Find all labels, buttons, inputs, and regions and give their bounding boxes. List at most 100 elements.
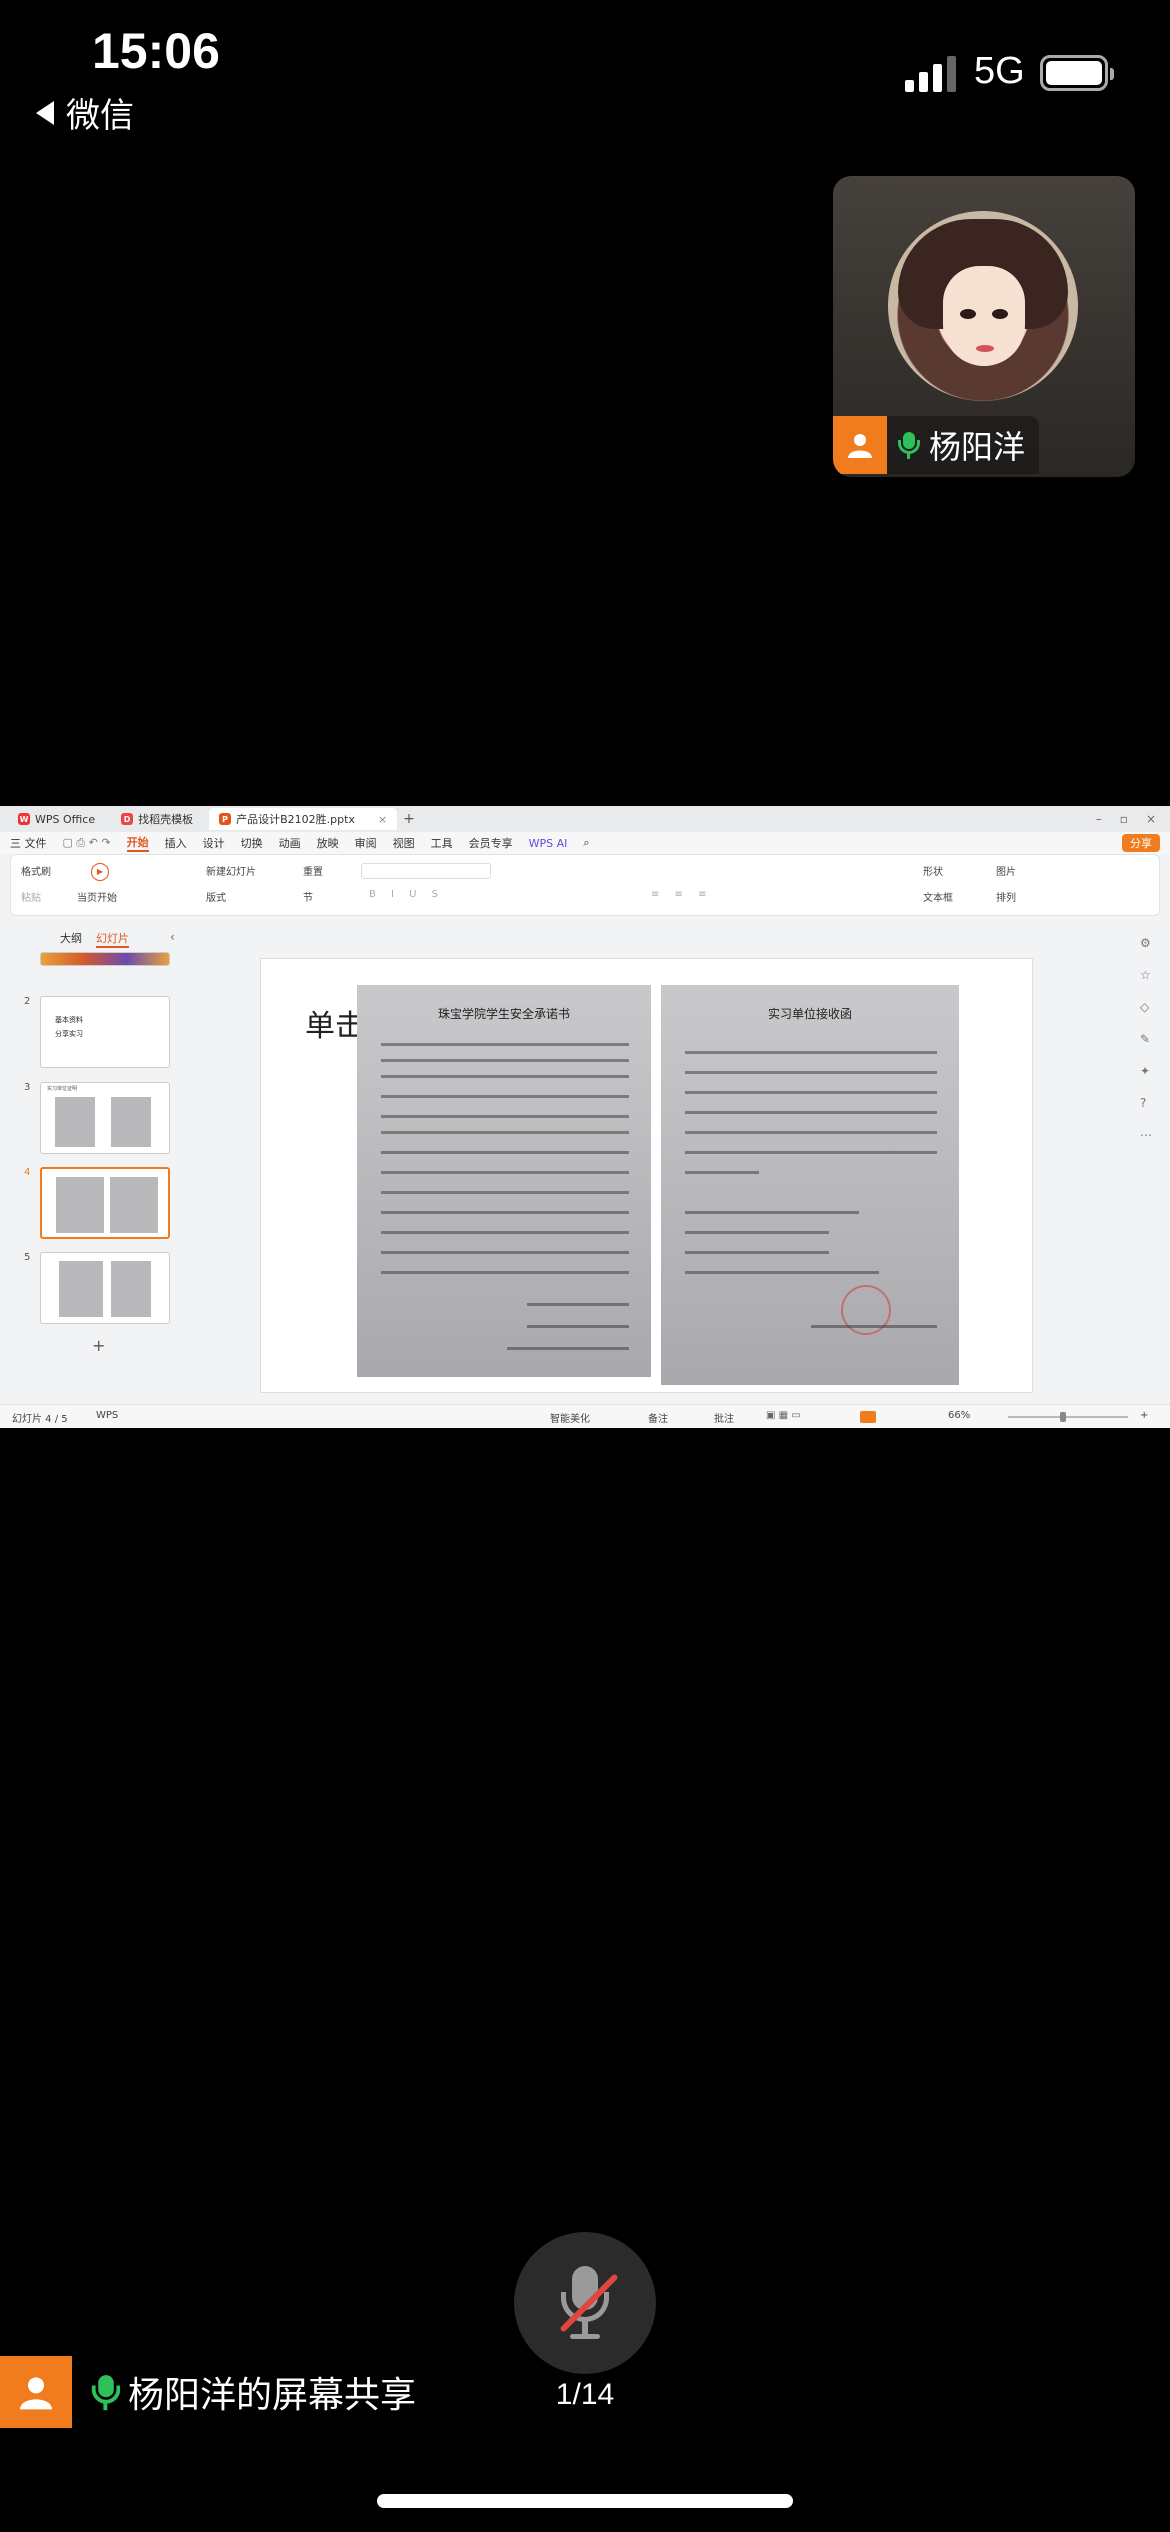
properties-icon[interactable]: ⚙ bbox=[1140, 936, 1160, 950]
menu-home[interactable]: 开始 bbox=[126, 834, 149, 852]
slide-number: 5 bbox=[24, 1252, 31, 1263]
more-icon[interactable]: ⋯ bbox=[1140, 1128, 1160, 1142]
thumb-text: 分享实习 bbox=[55, 1030, 83, 1038]
zoom-slider[interactable] bbox=[1008, 1416, 1128, 1418]
internship-acceptance-photo[interactable]: 实习单位接收函 bbox=[661, 985, 959, 1385]
section-button[interactable]: 节 bbox=[303, 889, 313, 904]
paragraph-align-buttons[interactable]: ≡ ≡ ≡ bbox=[651, 889, 713, 900]
template-icon: D bbox=[121, 813, 134, 825]
tab-label: 产品设计B2102胜.pptx bbox=[236, 813, 355, 826]
smart-beautify-button[interactable]: 智能美化 bbox=[550, 1410, 590, 1425]
new-slide-button[interactable]: 新建幻灯片 bbox=[206, 863, 256, 878]
close-window-icon[interactable]: × bbox=[1146, 812, 1156, 826]
back-arrow-icon bbox=[36, 100, 54, 125]
slide-thumbnail-5[interactable] bbox=[40, 1252, 170, 1324]
zoom-in-icon[interactable]: + bbox=[1140, 1410, 1148, 1421]
app-tab-bar: W WPS Office D 找稻壳模板 P 产品设计B2102胜.pptx ×… bbox=[0, 806, 1170, 832]
menu-wps-ai[interactable]: WPS AI bbox=[529, 837, 568, 850]
search-icon[interactable]: ⌕ bbox=[583, 836, 589, 850]
doc-title: 珠宝学院学生安全承诺书 bbox=[437, 1007, 570, 1021]
mic-on-icon bbox=[91, 2375, 121, 2411]
tab-pptx-document[interactable]: P 产品设计B2102胜.pptx × bbox=[209, 808, 398, 830]
menu-transition[interactable]: 切换 bbox=[241, 835, 263, 851]
arrange-button[interactable]: 排列 bbox=[996, 889, 1016, 904]
paste-button[interactable]: 粘贴 bbox=[21, 889, 41, 904]
shape-button[interactable]: 形状 bbox=[923, 863, 943, 878]
menu-animation[interactable]: 动画 bbox=[279, 835, 301, 851]
ribbon-toolbar: 格式刷 粘贴 ▶ 当页开始 新建幻灯片 版式 重置 节 B I U S ≡ ≡ … bbox=[10, 854, 1160, 916]
screen-share-label: 杨阳洋的屏幕共享 bbox=[0, 2356, 416, 2428]
magic-icon[interactable]: ✦ bbox=[1140, 1064, 1160, 1078]
share-owner-label: 杨阳洋的屏幕共享 bbox=[128, 2375, 417, 2416]
slide-thumbnail-1[interactable] bbox=[40, 952, 170, 966]
tab-templates[interactable]: D 找稻壳模板 bbox=[111, 808, 203, 830]
slide-thumbnail-4-selected[interactable] bbox=[40, 1167, 170, 1239]
right-side-toolbar: ⚙ ☆ ◇ ✎ ✦ ? ⋯ bbox=[1140, 936, 1160, 1142]
tools-icon[interactable]: ✎ bbox=[1140, 1032, 1160, 1046]
menu-design[interactable]: 设计 bbox=[203, 835, 225, 851]
favorite-icon[interactable]: ☆ bbox=[1140, 968, 1160, 982]
mic-on-icon bbox=[898, 432, 920, 459]
home-indicator[interactable] bbox=[377, 2494, 793, 2508]
play-current-button[interactable]: 当页开始 bbox=[77, 889, 117, 904]
thumb-text: 实习单位证明 bbox=[47, 1086, 78, 1092]
safety-commitment-photo[interactable]: 珠宝学院学生安全承诺书 bbox=[357, 985, 651, 1377]
tab-label: 找稻壳模板 bbox=[138, 813, 194, 826]
slide-canvas[interactable]: 单击 珠宝学院学生安全承诺书 实习单位接收函 bbox=[260, 958, 1033, 1393]
view-mode-buttons[interactable]: ▣ ▦ ▭ bbox=[766, 1410, 801, 1421]
slides-tab[interactable]: 幻灯片 bbox=[96, 930, 129, 948]
add-slide-button[interactable]: + bbox=[92, 1336, 105, 1355]
thumb-text: 基本资料 bbox=[55, 1016, 83, 1024]
help-icon[interactable]: ? bbox=[1140, 1096, 1160, 1110]
zoom-slider-handle[interactable] bbox=[1060, 1412, 1066, 1422]
wps-logo-icon: W bbox=[18, 813, 30, 825]
format-painter-button[interactable]: 格式刷 bbox=[21, 863, 51, 878]
slide-thumbnail-2[interactable]: 基本资料 分享实习 bbox=[40, 996, 170, 1068]
comment-button[interactable]: 批注 bbox=[714, 1410, 734, 1425]
notes-button[interactable]: 备注 bbox=[648, 1410, 668, 1425]
participant-name: 杨阳洋 bbox=[929, 428, 1026, 466]
menu-member[interactable]: 会员专享 bbox=[469, 835, 513, 851]
new-tab-icon[interactable]: + bbox=[403, 811, 415, 827]
mute-microphone-button[interactable] bbox=[514, 2232, 656, 2374]
ppt-file-icon: P bbox=[219, 813, 232, 825]
menu-insert[interactable]: 插入 bbox=[165, 835, 187, 851]
tab-close-icon[interactable]: × bbox=[378, 813, 387, 826]
maximize-icon[interactable]: ▫ bbox=[1120, 812, 1128, 826]
person-icon bbox=[833, 416, 887, 474]
file-menu[interactable]: 三 文件 bbox=[10, 835, 47, 851]
font-style-buttons[interactable]: B I U S bbox=[369, 889, 444, 900]
menu-tools[interactable]: 工具 bbox=[431, 835, 453, 851]
picture-button[interactable]: 图片 bbox=[996, 863, 1016, 878]
app-name: WPS bbox=[96, 1410, 119, 1421]
shapes-icon[interactable]: ◇ bbox=[1140, 1000, 1160, 1014]
collapse-panel-icon[interactable]: ‹ bbox=[170, 930, 175, 944]
textbox-button[interactable]: 文本框 bbox=[923, 889, 953, 904]
minimize-icon[interactable]: – bbox=[1096, 812, 1102, 826]
reset-button[interactable]: 重置 bbox=[303, 863, 323, 878]
participant-tile[interactable]: 杨阳洋 bbox=[833, 176, 1135, 477]
slide-number: 4 bbox=[24, 1167, 31, 1178]
slide-thumbnail-3[interactable]: 实习单位证明 bbox=[40, 1082, 170, 1154]
menu-review[interactable]: 审阅 bbox=[355, 835, 377, 851]
shared-screen[interactable]: W WPS Office D 找稻壳模板 P 产品设计B2102胜.pptx ×… bbox=[0, 806, 1170, 1428]
slide-title-placeholder[interactable]: 单击 bbox=[305, 1001, 365, 1045]
font-family-select[interactable] bbox=[361, 863, 491, 879]
participant-name-bar: 杨阳洋 bbox=[833, 416, 1040, 474]
menu-view[interactable]: 视图 bbox=[393, 835, 415, 851]
layout-button[interactable]: 版式 bbox=[206, 889, 226, 904]
back-label: 微信 bbox=[66, 96, 134, 136]
play-icon[interactable]: ▶ bbox=[91, 863, 109, 881]
window-controls: – ▫ × bbox=[1096, 812, 1170, 826]
share-button[interactable]: 分享 bbox=[1122, 834, 1160, 852]
slideshow-play-button[interactable] bbox=[860, 1411, 876, 1423]
cellular-signal-icon bbox=[905, 52, 956, 92]
back-to-wechat-link[interactable]: 微信 bbox=[36, 88, 134, 137]
tab-wps-office[interactable]: W WPS Office bbox=[8, 808, 105, 830]
outline-tab[interactable]: 大纲 bbox=[60, 930, 82, 948]
person-icon bbox=[0, 2356, 72, 2428]
menu-slideshow[interactable]: 放映 bbox=[317, 835, 339, 851]
quick-access-toolbar: ▢ ⎙ ↶ ↷ bbox=[62, 836, 111, 849]
participant-avatar bbox=[888, 211, 1078, 401]
page-indicator: 1/14 bbox=[555, 2378, 615, 2411]
